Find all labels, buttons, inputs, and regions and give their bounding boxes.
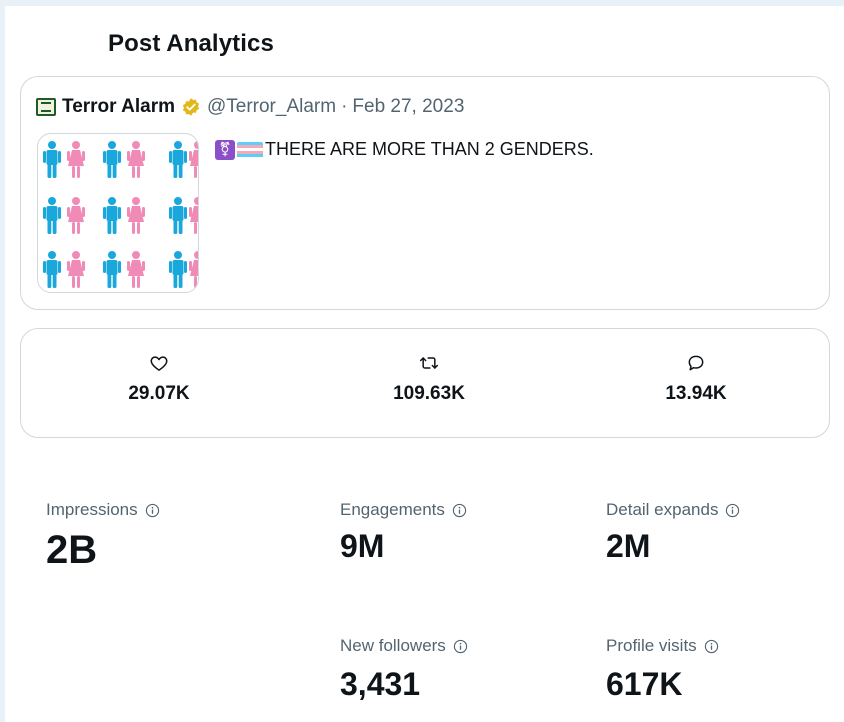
verified-badge-icon: [182, 98, 200, 116]
info-icon[interactable]: [145, 503, 160, 518]
reposts-count: 109.63K: [393, 383, 465, 404]
tweet-header: Terror Alarm @Terror_Alarm · Feb 27, 202…: [36, 95, 464, 119]
heart-icon: [150, 356, 168, 371]
impressions-label: Impressions: [46, 500, 138, 519]
new-followers-value: 3,431: [340, 666, 421, 702]
info-icon[interactable]: [704, 639, 719, 654]
replies-count: 13.94K: [665, 383, 727, 404]
reposts-metric[interactable]: 109.63K: [354, 353, 504, 405]
profile-visits-stat: Profile visits 617K: [606, 636, 719, 700]
info-icon[interactable]: [452, 503, 467, 518]
engagements-label: Engagements: [340, 500, 445, 519]
tweet-card[interactable]: Terror Alarm @Terror_Alarm · Feb 27, 202…: [20, 76, 830, 310]
profile-visits-value: 617K: [606, 666, 683, 702]
tweet-text: ⚧ THERE ARE MORE THAN 2 GENDERS.: [215, 139, 594, 160]
info-icon[interactable]: [725, 503, 740, 518]
detail-expands-value: 2M: [606, 528, 651, 564]
repost-icon: [419, 357, 439, 369]
info-icon[interactable]: [453, 639, 468, 654]
engagements-value: 9M: [340, 528, 385, 564]
avatar[interactable]: [36, 98, 56, 116]
likes-count: 29.07K: [128, 383, 190, 404]
author-name[interactable]: Terror Alarm: [62, 96, 175, 118]
detail-expands-stat: Detail expands 2M: [606, 500, 740, 562]
tweet-date[interactable]: Feb 27, 2023: [352, 96, 464, 118]
impressions-value: 2B: [46, 528, 98, 572]
engagement-summary-card: 29.07K 109.63K 13.94K: [20, 328, 830, 438]
transgender-symbol-icon: ⚧: [215, 139, 235, 160]
trans-flag-icon: [237, 141, 263, 158]
profile-visits-label: Profile visits: [606, 636, 697, 655]
new-followers-stat: New followers 3,431: [340, 636, 468, 700]
replies-metric[interactable]: 13.94K: [621, 353, 771, 405]
impressions-stat: Impressions 2B: [46, 500, 160, 570]
author-handle[interactable]: @Terror_Alarm: [207, 96, 336, 118]
reply-icon: [688, 355, 704, 371]
likes-metric[interactable]: 29.07K: [84, 353, 234, 405]
new-followers-label: New followers: [340, 636, 446, 655]
page-title: Post Analytics: [108, 30, 274, 57]
tweet-body: THERE ARE MORE THAN 2 GENDERS.: [265, 139, 594, 159]
meta-separator: ·: [341, 96, 348, 117]
engagements-stat: Engagements 9M: [340, 500, 467, 562]
gender-figures-image: [43, 141, 198, 288]
tweet-image[interactable]: [37, 133, 199, 293]
detail-expands-label: Detail expands: [606, 500, 719, 519]
